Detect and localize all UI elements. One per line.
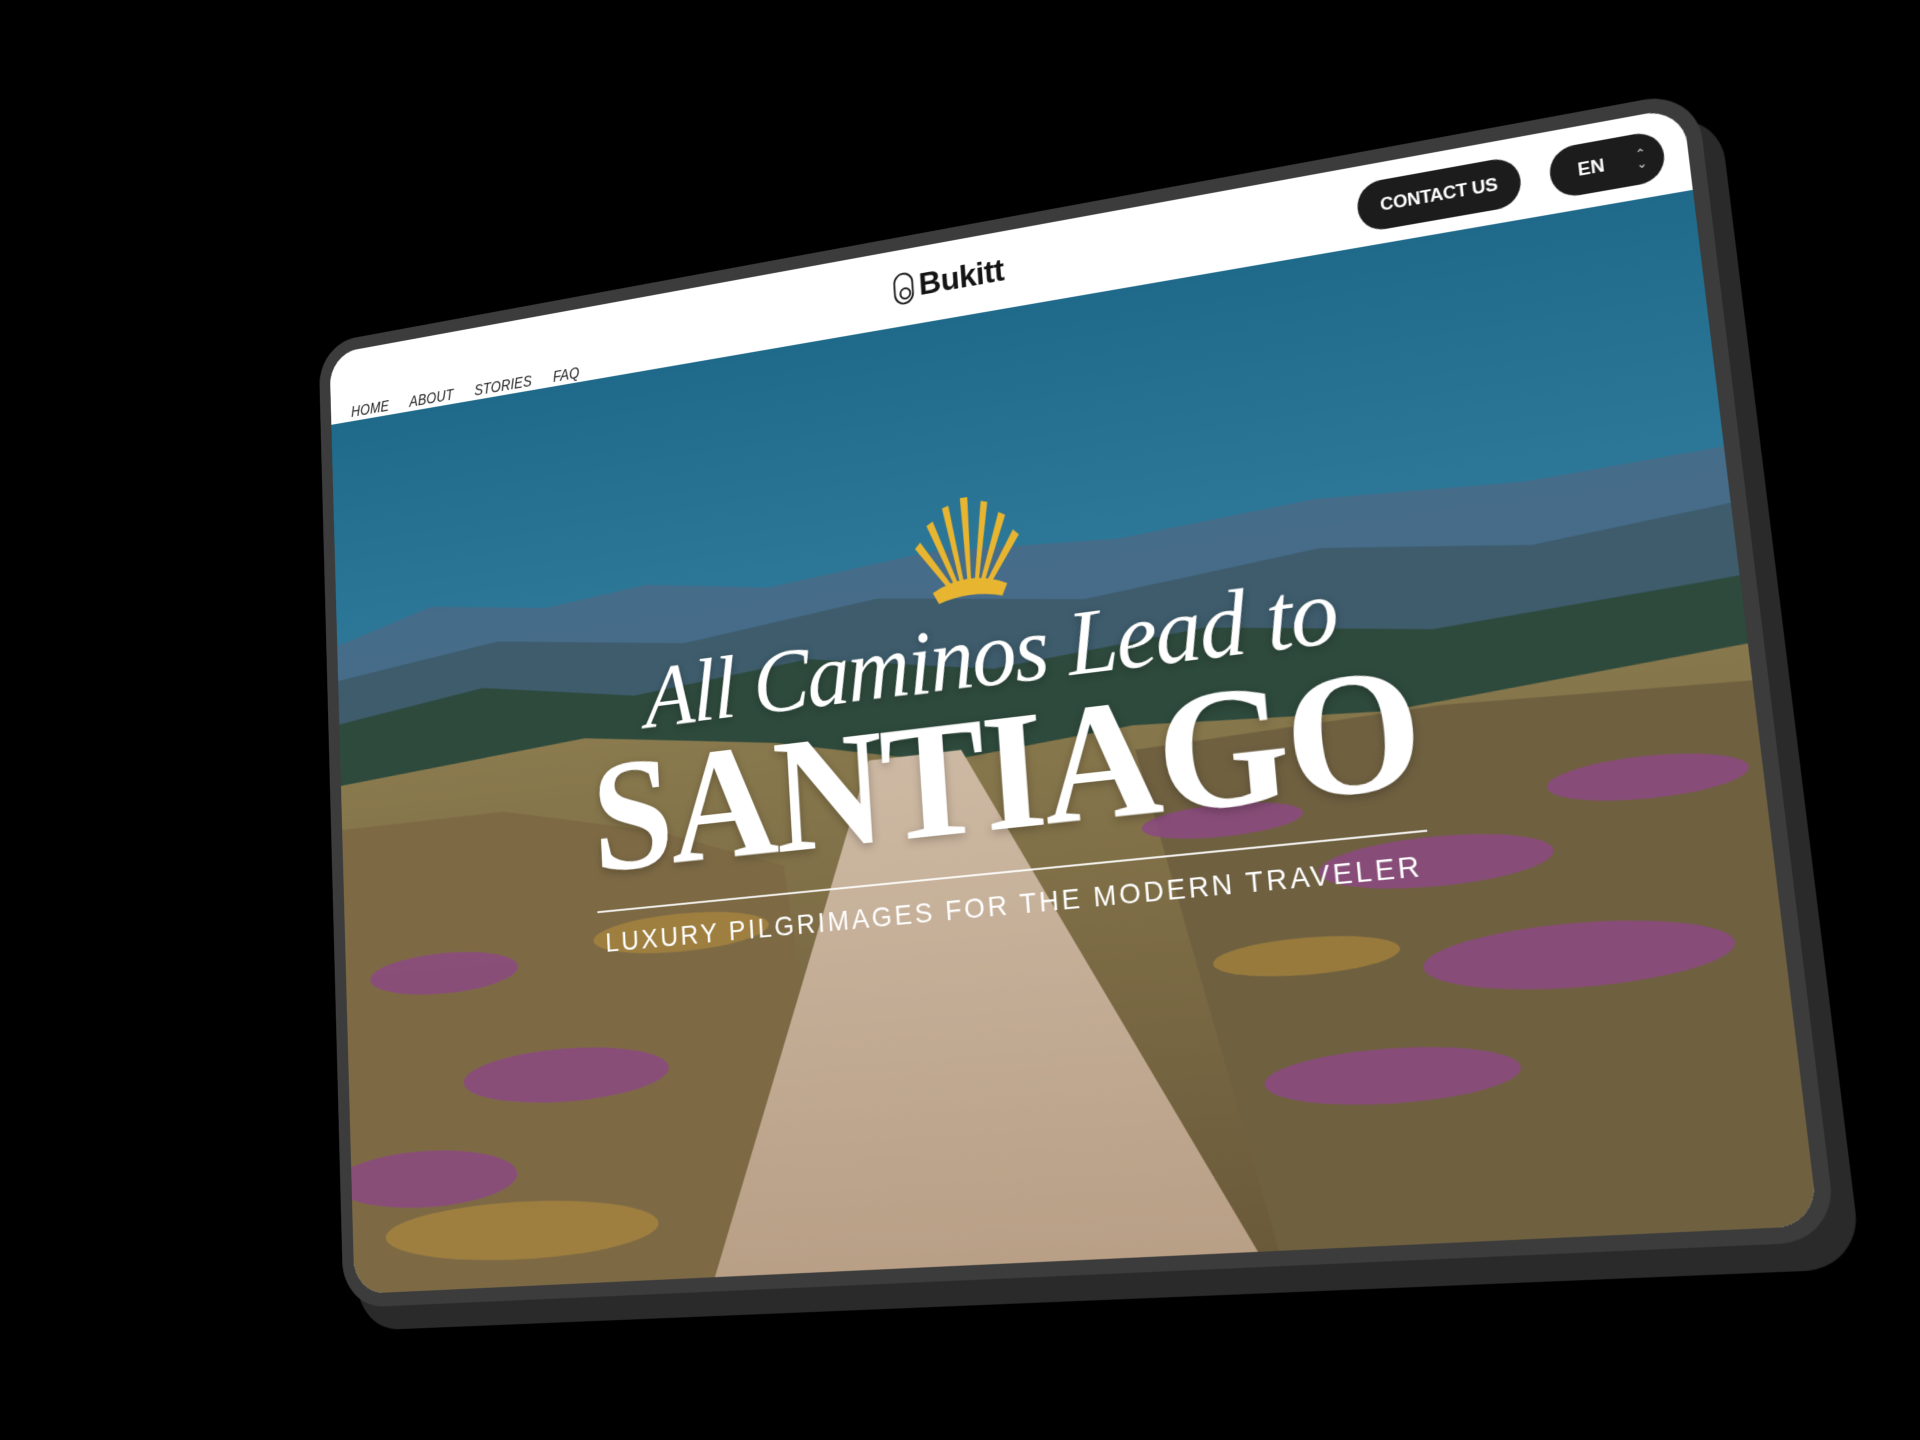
tablet-device: HOME ABOUT STORIES FAQ Bukitt CONTACT US… bbox=[318, 90, 1838, 1309]
brand-logo[interactable]: Bukitt bbox=[892, 252, 1006, 308]
logo-icon bbox=[892, 270, 915, 306]
nav-faq[interactable]: FAQ bbox=[553, 366, 580, 387]
language-code: EN bbox=[1576, 154, 1606, 180]
chevron-updown-icon: ⌃ ⌄ bbox=[1634, 145, 1649, 172]
nav-home[interactable]: HOME bbox=[351, 399, 389, 421]
stage: HOME ABOUT STORIES FAQ Bukitt CONTACT US… bbox=[0, 0, 1920, 1440]
nav-about[interactable]: ABOUT bbox=[409, 388, 454, 411]
nav-stories[interactable]: STORIES bbox=[474, 374, 532, 400]
brand-name: Bukitt bbox=[917, 252, 1006, 303]
website-screen: HOME ABOUT STORIES FAQ Bukitt CONTACT US… bbox=[329, 106, 1819, 1295]
language-select[interactable]: EN ⌃ ⌄ bbox=[1547, 129, 1667, 200]
contact-us-button[interactable]: CONTACT US bbox=[1355, 155, 1524, 234]
